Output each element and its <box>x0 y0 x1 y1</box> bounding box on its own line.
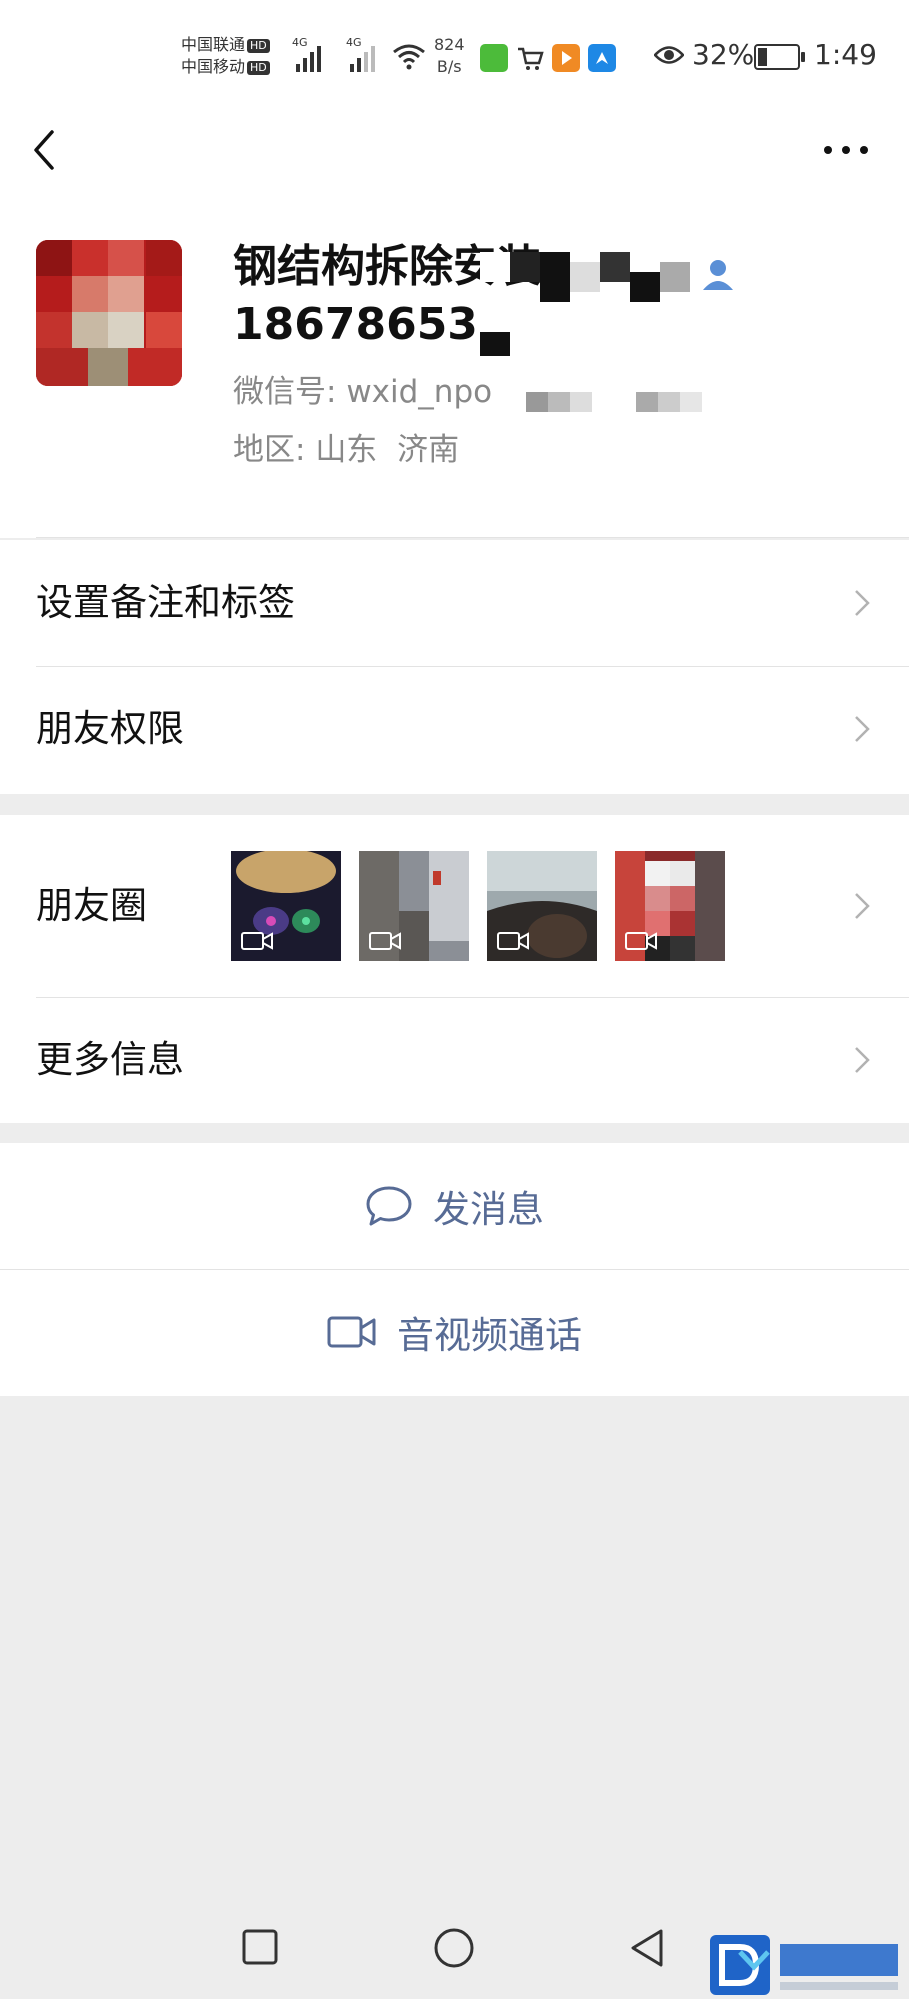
send-message-button[interactable]: 发消息 <box>0 1143 909 1269</box>
chevron-right-icon <box>855 716 870 742</box>
hd-badge-2: HD <box>247 60 270 75</box>
moments-thumbnail-1 <box>231 851 341 961</box>
video-icon <box>497 932 529 950</box>
chevron-right-icon <box>855 590 870 616</box>
chevron-right-icon <box>855 893 870 919</box>
carrier-2: 中国移动 <box>181 57 246 76</box>
app-icon-green <box>480 44 508 72</box>
chevron-right-icon <box>855 1047 870 1073</box>
moments-thumbnail-4 <box>615 851 725 961</box>
wechat-id-label: 微信号: <box>233 374 337 410</box>
video-call-icon <box>327 1316 376 1348</box>
video-icon <box>625 932 657 950</box>
more-info-label: 更多信息 <box>36 1038 184 1081</box>
network-type-2: 4G <box>346 36 362 49</box>
video-call-button[interactable]: 音视频通话 <box>0 1269 909 1395</box>
remark-tags-row[interactable]: 设置备注和标签 <box>0 540 909 666</box>
back-nav-icon[interactable] <box>628 1927 666 1969</box>
region: 地区: 山东 济南 <box>233 424 459 469</box>
clock: 1:49 <box>814 38 877 71</box>
moments-row[interactable]: 朋友圈 <box>0 815 909 997</box>
wechat-id: 微信号: wxid_npo <box>233 366 492 411</box>
signal-icon-2: 4G <box>346 36 375 72</box>
carrier-info: 中国联通 HD 中国移动 HD <box>181 34 270 78</box>
watermark-logo <box>710 1935 898 1995</box>
moments-label: 朋友圈 <box>36 884 147 927</box>
nav-bar <box>0 110 909 190</box>
carrier-1: 中国联通 <box>181 35 246 54</box>
person-tag-icon <box>703 260 733 290</box>
region-label: 地区: <box>233 432 306 468</box>
status-bar: 中国联通 HD 中国移动 HD 4G 4G 824 B/s 32% 1:49 <box>0 0 909 110</box>
cart-icon <box>518 47 544 70</box>
battery-percent: 32% <box>692 38 755 71</box>
send-message-label: 发消息 <box>433 1188 544 1231</box>
video-icon <box>241 932 273 950</box>
more-info-row[interactable]: 更多信息 <box>0 997 909 1123</box>
settings-group: 设置备注和标签 朋友权限 <box>0 540 909 794</box>
profile-header: 钢结构拆除安装 18678653 微信号: wxid_npo 地区: 山东 济南 <box>0 190 909 538</box>
moments-thumbnail-2 <box>359 851 469 961</box>
region-province: 山东 <box>315 432 378 468</box>
phone-redaction <box>480 324 530 360</box>
friend-permissions-row[interactable]: 朋友权限 <box>0 666 909 792</box>
moments-group: 朋友圈 更多信息 <box>0 815 909 1123</box>
network-speed: 824 B/s <box>434 35 465 76</box>
battery-icon <box>754 44 805 70</box>
wifi-icon <box>393 44 425 70</box>
signal-icon-1: 4G <box>292 36 321 72</box>
region-city: 济南 <box>397 432 460 468</box>
home-icon[interactable] <box>433 1927 475 1969</box>
video-icon <box>369 932 401 950</box>
friend-permissions-label: 朋友权限 <box>36 707 184 750</box>
remark-tags-label: 设置备注和标签 <box>36 581 295 624</box>
wechat-id-redaction <box>526 392 706 416</box>
play-app-icon <box>552 44 580 72</box>
more-icon[interactable] <box>818 134 874 166</box>
battery-fill <box>758 48 768 66</box>
divider <box>36 537 909 538</box>
avatar[interactable] <box>36 240 182 386</box>
chat-bubble-icon <box>366 1186 412 1226</box>
avatar-image <box>36 240 182 386</box>
contact-phone: 18678653 <box>233 299 478 350</box>
actions-group: 发消息 音视频通话 <box>0 1143 909 1396</box>
hd-badge-1: HD <box>247 38 270 53</box>
blue-app-icon <box>588 44 616 72</box>
eye-icon <box>654 46 684 64</box>
network-type-1: 4G <box>292 36 308 49</box>
name-redaction <box>480 252 700 302</box>
wechat-id-value: wxid_npo <box>346 374 493 410</box>
recents-icon[interactable] <box>241 1928 279 1966</box>
video-call-label: 音视频通话 <box>397 1314 582 1357</box>
moments-thumbnail-3 <box>487 851 597 961</box>
back-icon[interactable] <box>28 128 68 172</box>
